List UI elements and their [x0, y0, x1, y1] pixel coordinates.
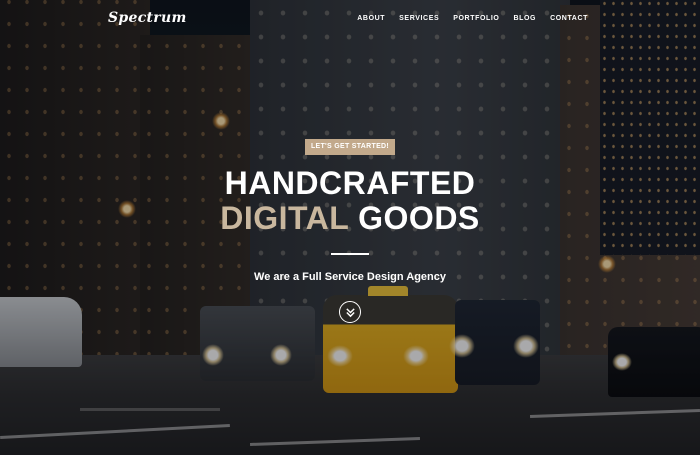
navbar: Spectrum ABOUT SERVICES PORTFOLIO BLOG C… — [0, 0, 700, 38]
nav-link-portfolio[interactable]: PORTFOLIO — [453, 15, 499, 22]
hero-title-rest: GOODS — [358, 200, 480, 236]
nav-link-blog[interactable]: BLOG — [513, 15, 536, 22]
hero-title-accent: DIGITAL — [220, 200, 349, 236]
scroll-down-button[interactable] — [339, 301, 361, 323]
main-menu: ABOUT SERVICES PORTFOLIO BLOG CONTACT — [357, 15, 588, 22]
hero-title-line2: DIGITAL GOODS — [0, 200, 700, 237]
nav-link-about[interactable]: ABOUT — [357, 15, 385, 22]
chevron-double-down-icon — [345, 307, 355, 317]
logo[interactable]: Spectrum — [108, 10, 187, 26]
nav-link-services[interactable]: SERVICES — [399, 15, 439, 22]
nav-link-contact[interactable]: CONTACT — [550, 15, 588, 22]
hero-title-line1: HANDCRAFTED — [224, 165, 476, 201]
divider — [331, 253, 369, 255]
hero-subtitle: We are a Full Service Design Agency — [254, 271, 446, 283]
get-started-button[interactable]: LET'S GET STARTED! — [305, 139, 395, 155]
